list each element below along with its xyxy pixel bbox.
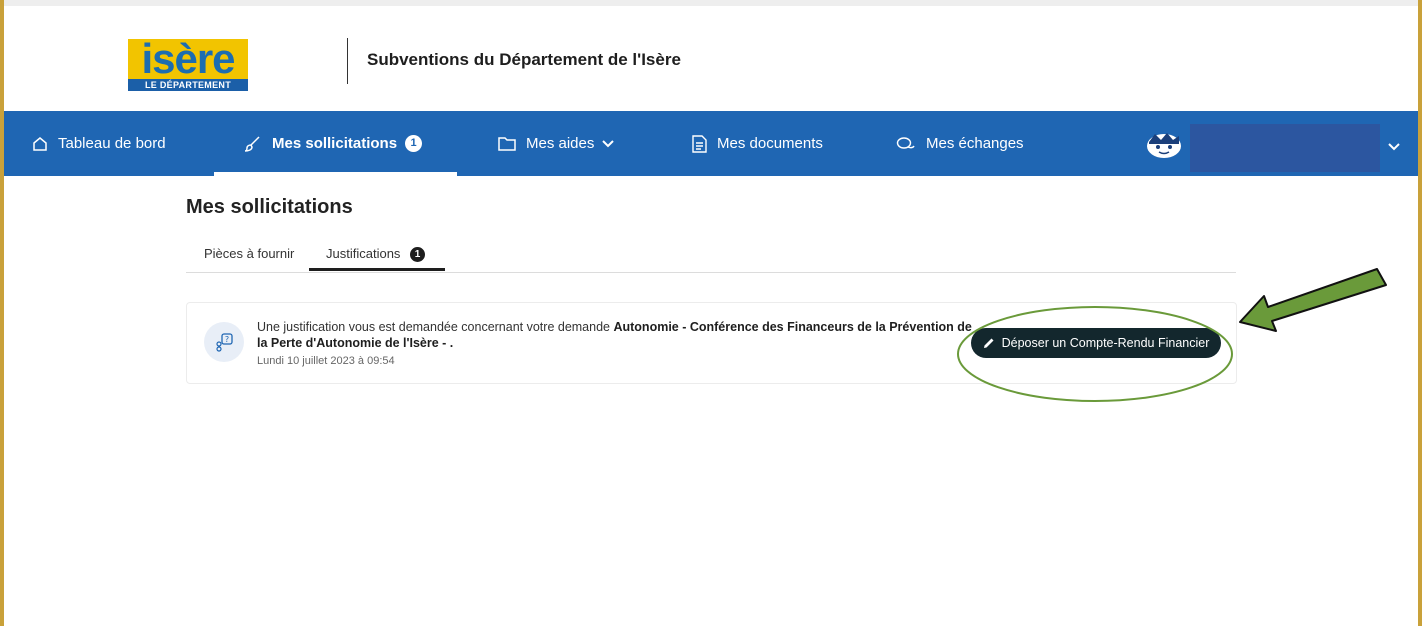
user-name-box[interactable] (1190, 124, 1380, 172)
logo-subtext: LE DÉPARTEMENT (128, 79, 248, 91)
site-header: isère LE DÉPARTEMENT Subventions du Dépa… (4, 6, 1418, 111)
nav-label: Mes sollicitations (272, 135, 398, 152)
tab-label: Pièces à fournir (204, 246, 295, 261)
tab-active-indicator (309, 268, 445, 271)
nav-active-indicator (214, 172, 457, 176)
home-icon (33, 136, 47, 151)
isere-logo[interactable]: isère LE DÉPARTEMENT (128, 38, 248, 91)
tab-badge: 1 (410, 247, 426, 262)
header-separator (347, 38, 348, 84)
nav-item-tableau-de-bord[interactable]: Tableau de bord (32, 111, 166, 176)
tab-justifications[interactable]: Justifications 1 (326, 246, 426, 262)
chat-icon (896, 136, 915, 149)
nav-label: Mes échanges (926, 135, 1024, 152)
tab-pieces-a-fournir[interactable]: Pièces à fournir (204, 246, 294, 261)
document-icon (692, 134, 707, 153)
notification-badge: 1 (405, 135, 423, 152)
tab-bar: Pièces à fournir Justifications 1 (186, 238, 1236, 273)
nav-label: Tableau de bord (58, 135, 166, 152)
request-icon-wrapper: ? (204, 322, 244, 362)
user-menu-toggle[interactable] (1388, 138, 1400, 156)
highlight-arrow (1239, 268, 1387, 332)
page-title: Mes sollicitations (186, 196, 353, 218)
folder-icon (498, 137, 516, 151)
nav-item-mes-aides[interactable]: Mes aides (498, 111, 615, 176)
tab-label: Justifications (326, 246, 401, 261)
justification-icon: ? (216, 333, 233, 352)
avatar-icon (1147, 133, 1181, 158)
nav-label: Mes aides (526, 135, 595, 152)
nav-label: Mes documents (717, 135, 823, 152)
nav-item-mes-sollicitations[interactable]: Mes sollicitations 1 (244, 111, 423, 176)
request-description: Une justification vous est demandée conc… (257, 319, 977, 351)
pencil-icon (983, 338, 994, 348)
user-avatar[interactable] (1144, 130, 1184, 158)
deposer-compte-rendu-button[interactable]: Déposer un Compte-Rendu Financier (971, 328, 1221, 358)
request-date: Lundi 10 juillet 2023 à 09:54 (257, 355, 395, 367)
button-label: Déposer un Compte-Rendu Financier (1001, 336, 1210, 350)
nav-item-mes-echanges[interactable]: Mes échanges (896, 111, 1024, 176)
chevron-down-icon (1388, 143, 1400, 151)
request-text: Une justification vous est demandée conc… (257, 320, 614, 334)
site-title: Subventions du Département de l'Isère (367, 50, 681, 69)
frame-border-right (1418, 0, 1422, 626)
nav-item-mes-documents[interactable]: Mes documents (692, 111, 823, 176)
brush-icon (244, 135, 260, 152)
logo-word: isère (128, 38, 248, 80)
svg-text:?: ? (225, 335, 229, 344)
chevron-down-icon (602, 139, 615, 147)
